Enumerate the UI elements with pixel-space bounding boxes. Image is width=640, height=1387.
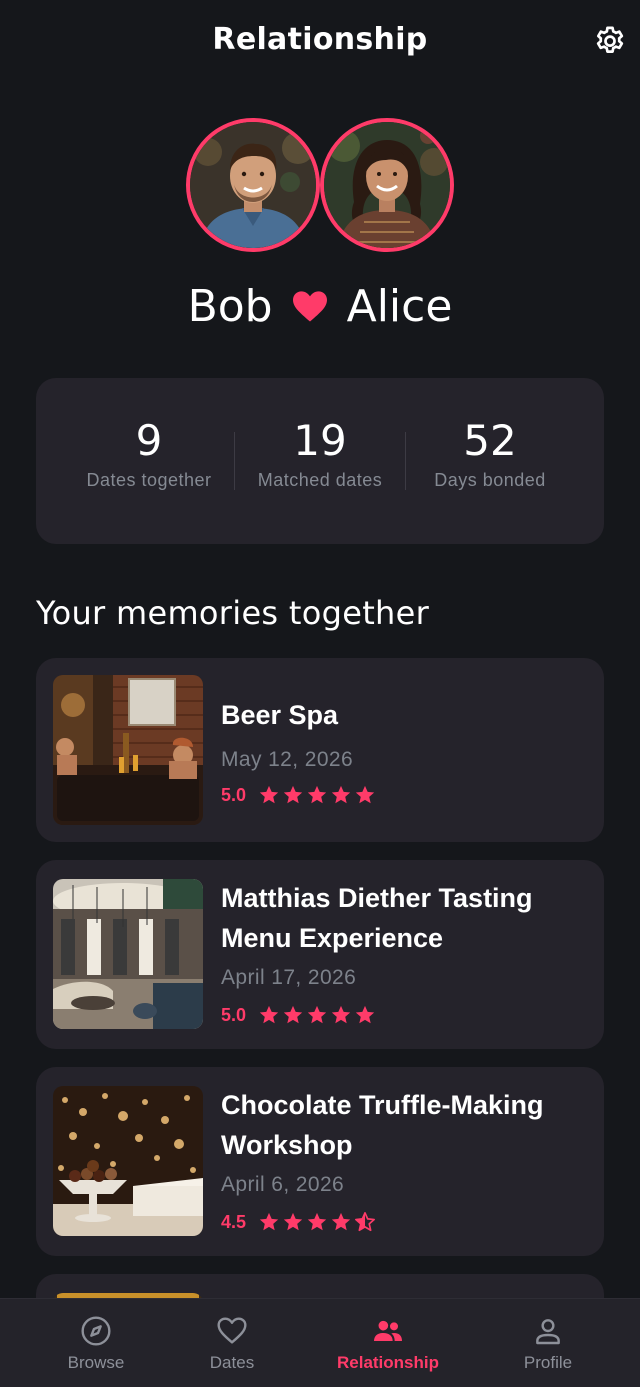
memory-info: Matthias Diether Tasting Menu Experience…: [221, 878, 591, 1027]
star-full-icon: [307, 1212, 327, 1231]
memory-date: April 6, 2026: [221, 1173, 345, 1196]
memory-thumbnail: [53, 879, 203, 1029]
star-full-icon: [283, 1005, 303, 1024]
stat-label: Dates together: [86, 470, 212, 490]
star-half-icon: [355, 1212, 376, 1232]
memory-card[interactable]: Beer Spa May 12, 2026 5.0: [36, 658, 604, 842]
partner-one-name: Bob: [187, 280, 273, 332]
memories-section-title: Your memories together: [36, 594, 430, 632]
star-full-icon: [283, 785, 303, 804]
rating-value: 5.0: [221, 784, 247, 805]
star-full-icon: [307, 1005, 327, 1024]
memory-thumbnail: [53, 675, 203, 825]
stats-card: 9 Dates together 19 Matched dates 52 Day…: [36, 378, 604, 544]
nav-label: Dates: [209, 1353, 255, 1372]
avatar-bob[interactable]: [186, 118, 320, 252]
app-header: Relationship: [0, 0, 640, 84]
stat-days-bonded: 52 Days bonded: [405, 378, 575, 544]
partner-two-name: Alice: [346, 280, 453, 332]
star-full-icon: [283, 1212, 303, 1231]
stat-matched-dates: 19 Matched dates: [235, 378, 405, 544]
stat-value: 19: [293, 416, 347, 465]
memory-card[interactable]: Matthias Diether Tasting Menu Experience…: [36, 860, 604, 1049]
bottom-nav: Browse Dates Relationship Profile: [0, 1298, 640, 1387]
star-full-icon: [355, 1005, 375, 1024]
heart-outline-icon: [217, 1317, 247, 1344]
memory-rating: 5.0: [221, 783, 591, 807]
star-full-icon: [355, 785, 375, 804]
heart-icon: [292, 291, 327, 322]
star-full-icon: [259, 1212, 279, 1231]
nav-label: Relationship: [336, 1353, 439, 1372]
memory-info: Beer Spa May 12, 2026 5.0: [221, 695, 591, 807]
rating-value: 5.0: [221, 1004, 247, 1025]
memory-rating: 5.0: [221, 1003, 591, 1027]
nav-item-profile[interactable]: Profile: [478, 1299, 618, 1387]
nav-label: Browse: [67, 1353, 125, 1372]
nav-item-dates[interactable]: Dates: [162, 1299, 302, 1387]
compass-icon: [81, 1316, 111, 1346]
page-title: Relationship: [212, 22, 428, 57]
star-full-icon: [331, 1212, 351, 1231]
star-full-icon: [307, 785, 327, 804]
memory-date: April 17, 2026: [221, 966, 357, 989]
stat-value: 9: [135, 416, 163, 465]
alice-photo: [324, 122, 450, 248]
settings-button[interactable]: [592, 24, 628, 60]
person-icon: [536, 1319, 560, 1345]
couple-names: Bob Alice: [0, 276, 640, 336]
memory-title: Matthias Diether Tasting Menu Experience: [221, 883, 533, 953]
memory-title: Beer Spa: [221, 700, 339, 730]
star-full-icon: [331, 1005, 351, 1024]
stat-dates-together: 9 Dates together: [64, 378, 234, 544]
stat-value: 52: [463, 416, 517, 465]
bob-photo: [190, 122, 316, 248]
couple-avatars: [186, 118, 456, 254]
memory-rating: 4.5: [221, 1210, 591, 1234]
star-full-icon: [259, 785, 279, 804]
people-icon: [374, 1320, 402, 1341]
memory-date: May 12, 2026: [221, 748, 354, 771]
memory-thumbnail: [53, 1086, 203, 1236]
nav-item-browse[interactable]: Browse: [26, 1299, 166, 1387]
rating-value: 4.5: [221, 1211, 247, 1232]
nav-item-relationship[interactable]: Relationship: [318, 1299, 458, 1387]
nav-label: Profile: [523, 1353, 573, 1372]
avatar-alice[interactable]: [320, 118, 454, 252]
memory-title: Chocolate Truffle-Making Workshop: [221, 1090, 544, 1160]
stat-label: Days bonded: [434, 470, 546, 490]
star-full-icon: [331, 785, 351, 804]
relationship-screen: Relationship Bob Alice 9 Dates together …: [0, 0, 640, 1387]
stat-label: Matched dates: [257, 470, 383, 490]
gear-icon: [596, 26, 624, 53]
star-full-icon: [259, 1005, 279, 1024]
memory-card[interactable]: Chocolate Truffle-Making Workshop April …: [36, 1067, 604, 1256]
memory-info: Chocolate Truffle-Making Workshop April …: [221, 1085, 591, 1234]
